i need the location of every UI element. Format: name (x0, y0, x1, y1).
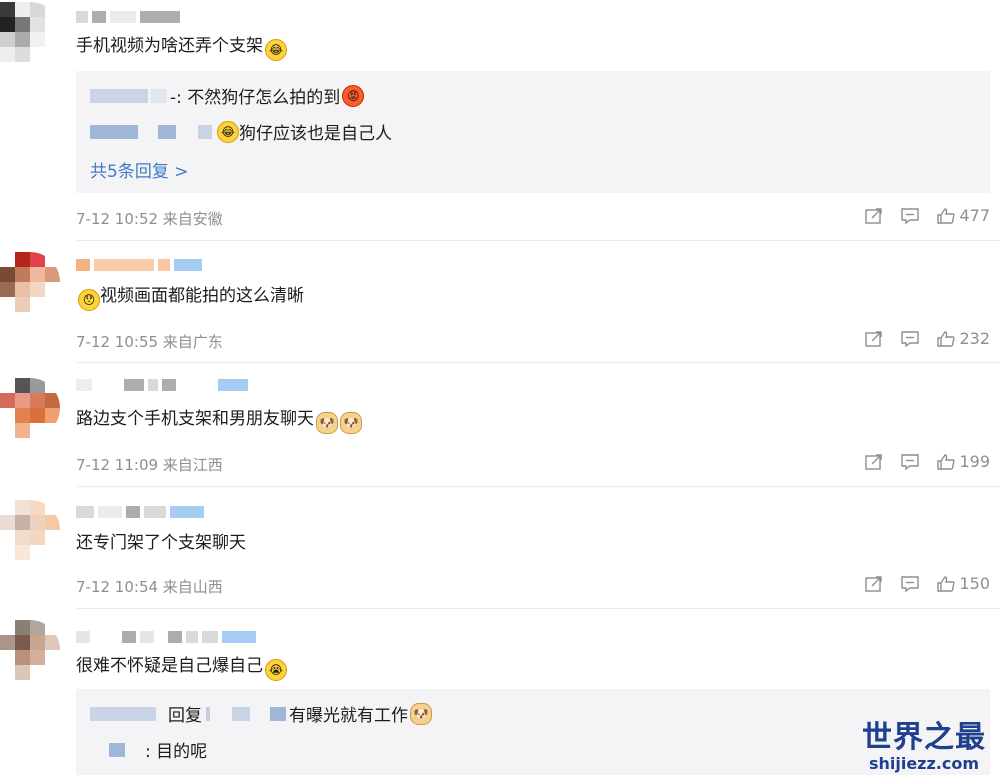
username[interactable] (76, 258, 202, 272)
reply-item[interactable]: : 目的呢 (90, 737, 207, 762)
reply-text: 有曝光就有工作 (289, 706, 408, 726)
share-icon[interactable] (865, 330, 883, 347)
thumbs-up-icon (937, 207, 955, 224)
like-count: 477 (959, 206, 990, 225)
thumbs-up-icon (937, 575, 955, 592)
doge-emoji-icon: 🐶 (410, 702, 432, 725)
divider (76, 486, 1000, 487)
view-more-replies-link[interactable]: 共5条回复 > (90, 157, 188, 182)
comment-icon[interactable] (901, 575, 920, 592)
watermark-logo: 世界之最 shijiezz.com (862, 720, 986, 774)
comment-text: 手机视频为啥还弄个支架 😂 (76, 34, 287, 61)
comment-meta: 7-12 10:55 来自广东 (76, 333, 223, 351)
divider (76, 608, 1000, 609)
divider (76, 362, 1000, 363)
doge-emoji-icon: 🐶 (340, 412, 362, 434)
reply-text: 狗仔应该也是自己人 (239, 124, 392, 144)
avatar[interactable] (0, 378, 60, 438)
share-icon[interactable] (865, 453, 883, 470)
avatar[interactable] (0, 620, 60, 680)
reply-text: -: 不然狗仔怎么拍的到 (170, 88, 341, 108)
username[interactable] (76, 10, 180, 24)
laugh-emoji-icon: 😂 (265, 39, 287, 61)
share-icon[interactable] (865, 575, 883, 592)
comment-meta: 7-12 10:54 来自山西 (76, 578, 223, 596)
like-count: 150 (959, 574, 990, 593)
comment-icon[interactable] (901, 207, 920, 224)
thumbs-up-icon (937, 330, 955, 347)
like-button[interactable]: 199 (937, 452, 990, 471)
comment-text: 路边支个手机支架和男朋友聊天 🐶 🐶 (76, 407, 362, 434)
reply-box: 回复 有曝光就有工作 🐶 : 目的呢 (76, 689, 990, 775)
comment-text: 很难不怀疑是自己爆自己 😭 (76, 654, 287, 681)
reply-item[interactable]: 回复 有曝光就有工作 🐶 (90, 701, 432, 726)
shocked-emoji-icon: 😯 (78, 289, 100, 311)
angry-emoji-icon: 😡 (342, 84, 365, 107)
comment-meta: 7-12 10:52 来自安徽 (76, 210, 223, 228)
comment-actions: 199 (865, 452, 990, 471)
like-count: 232 (959, 329, 990, 348)
avatar[interactable] (0, 500, 60, 560)
like-count: 199 (959, 452, 990, 471)
comment-icon[interactable] (901, 330, 920, 347)
thumbs-up-icon (937, 453, 955, 470)
doge-emoji-icon: 🐶 (316, 412, 338, 434)
reply-item[interactable]: 😂 狗仔应该也是自己人 (90, 119, 392, 144)
like-button[interactable]: 150 (937, 574, 990, 593)
comment-text: 😯 视频画面都能拍的这么清晰 (76, 284, 304, 311)
divider (76, 240, 1000, 241)
watermark-title: 世界之最 (862, 720, 986, 755)
username[interactable] (76, 630, 256, 644)
crying-emoji-icon: 😭 (265, 659, 287, 681)
share-icon[interactable] (865, 207, 883, 224)
username[interactable] (76, 378, 248, 392)
comment-text: 还专门架了个支架聊天 (76, 533, 246, 553)
reply-label: 回复 (168, 706, 202, 726)
avatar[interactable] (0, 252, 60, 312)
watermark-url: shijiezz.com (868, 754, 980, 773)
reply-text: : 目的呢 (145, 742, 208, 762)
like-button[interactable]: 477 (937, 206, 990, 225)
avatar[interactable] (0, 2, 60, 62)
reply-box: -: 不然狗仔怎么拍的到 😡 😂 狗仔应该也是自己人 共5条回复 > (76, 71, 990, 193)
comment-actions: 477 (865, 206, 990, 225)
comment-actions: 150 (865, 574, 990, 593)
comment-meta: 7-12 11:09 来自江西 (76, 456, 223, 474)
like-button[interactable]: 232 (937, 329, 990, 348)
comment-icon[interactable] (901, 453, 920, 470)
laugh-emoji-icon: 😂 (217, 120, 239, 143)
reply-item[interactable]: -: 不然狗仔怎么拍的到 😡 (90, 83, 365, 108)
username[interactable] (76, 505, 204, 519)
comment-actions: 232 (865, 329, 990, 348)
